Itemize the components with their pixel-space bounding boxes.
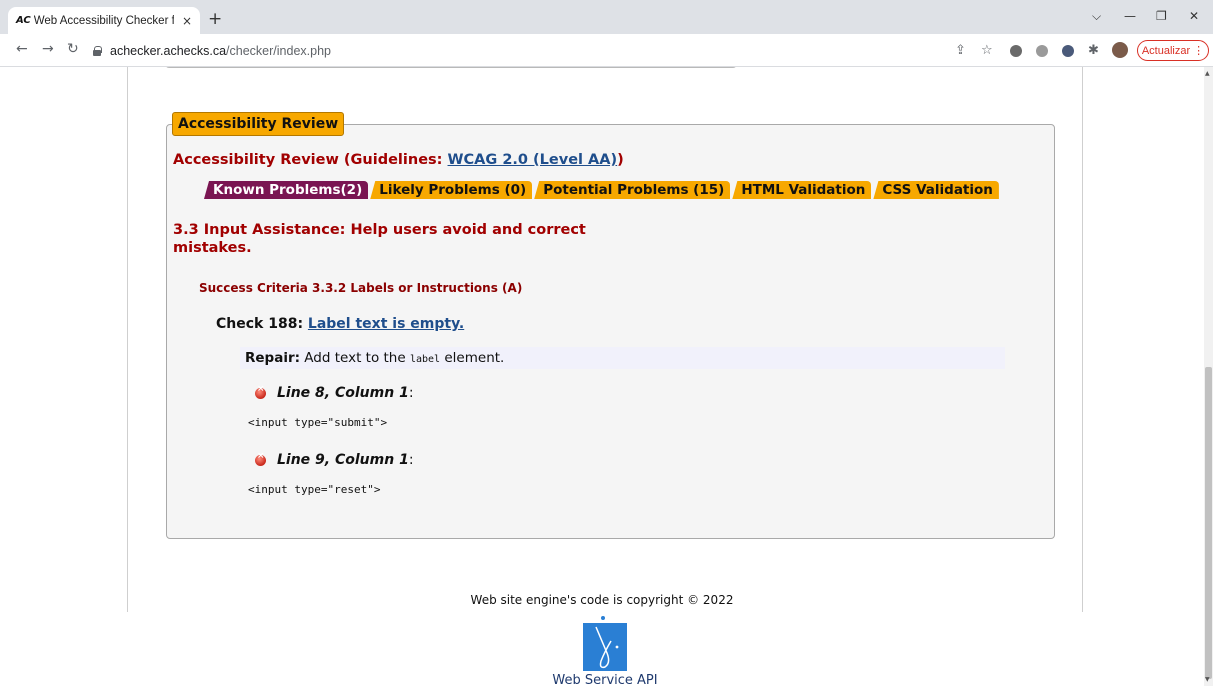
browser-tab[interactable]: AC Web Accessibility Checker for W ×: [8, 7, 200, 34]
problem-location: Line 9, Column 1:: [255, 451, 414, 468]
wcag-guideline-link[interactable]: WCAG 2.0 (Level AA): [448, 152, 618, 168]
profile-avatar-icon[interactable]: [1112, 42, 1128, 58]
scrollbar-thumb[interactable]: [1205, 367, 1212, 679]
problem-location-text: Line 8, Column 1: [277, 385, 409, 401]
achecker-favicon-icon: AC: [16, 15, 31, 26]
extension-icon[interactable]: [1036, 45, 1048, 57]
heart-extension-icon[interactable]: [1062, 45, 1074, 57]
wordpress-extension-icon[interactable]: [1010, 45, 1022, 57]
check-heading: Check 188: Label text is empty.: [216, 316, 464, 332]
reload-icon[interactable]: ↻: [67, 41, 79, 57]
tab-known-problems[interactable]: Known Problems(2): [204, 181, 369, 199]
tab-html-validation[interactable]: HTML Validation: [732, 181, 872, 199]
page-viewport: Accessibility Review Accessibility Revie…: [0, 67, 1204, 686]
check-link[interactable]: Label text is empty.: [308, 316, 464, 332]
browser-tab-strip: AC Web Accessibility Checker for W × + ⌵…: [0, 0, 1213, 34]
problem-snippet: <input type="reset">: [248, 483, 381, 496]
maximize-button[interactable]: ❐: [1156, 9, 1167, 23]
close-window-button[interactable]: ✕: [1189, 9, 1199, 23]
repair-instructions: Repair: Add text to the label element.: [240, 347, 1005, 369]
web-service-api-link[interactable]: Web Service API: [0, 673, 1204, 686]
check-number: Check 188:: [216, 316, 308, 332]
forward-icon[interactable]: →: [42, 41, 54, 57]
url-host: achecker.achecks.ca: [110, 44, 227, 58]
repair-text-before: Add text to the: [300, 350, 410, 366]
accessibility-review-legend: Accessibility Review: [172, 112, 345, 136]
tab-search-chevron-icon[interactable]: ⌵: [1092, 9, 1101, 24]
guideline-prefix: Accessibility Review (Guidelines:: [173, 152, 448, 168]
tab-title: Web Accessibility Checker for W: [33, 14, 174, 27]
web-service-api-logo-graphic: [595, 626, 619, 669]
scroll-down-icon[interactable]: ▼: [1205, 676, 1210, 683]
error-icon: [255, 451, 266, 466]
input-panel-bottom-edge: [165, 67, 737, 68]
page-scrollbar[interactable]: ▲ ▼: [1204, 67, 1213, 686]
close-tab-icon[interactable]: ×: [182, 14, 192, 28]
tab-likely-problems[interactable]: Likely Problems (0): [370, 181, 533, 199]
web-service-api-logo-icon[interactable]: [583, 616, 627, 671]
guideline-suffix: ): [617, 152, 624, 168]
address-bar[interactable]: achecker.achecks.ca/checker/index.php: [92, 39, 1002, 63]
lock-icon[interactable]: [92, 46, 102, 56]
copyright-notice: Web site engine's code is copyright © 20…: [470, 593, 734, 607]
guideline-heading: Accessibility Review (Guidelines: WCAG 2…: [173, 152, 624, 168]
repair-code: label: [409, 354, 441, 365]
success-criteria-title: Success Criteria 3.3.2 Labels or Instruc…: [199, 281, 523, 295]
menu-icon: ⋮: [1193, 45, 1205, 57]
url-path: /checker/index.php: [226, 44, 331, 58]
problem-location: Line 8, Column 1:: [255, 384, 414, 401]
minimize-button[interactable]: —: [1124, 9, 1136, 23]
update-label: Actualizar: [1141, 44, 1191, 57]
update-button[interactable]: Actualizar ⋮: [1137, 40, 1209, 61]
problem-tabs: Known Problems(2) Likely Problems (0) Po…: [204, 181, 1001, 199]
problem-snippet: <input type="submit">: [248, 416, 388, 429]
back-icon[interactable]: ←: [16, 41, 28, 57]
tab-potential-problems[interactable]: Potential Problems (15): [534, 181, 731, 199]
share-icon[interactable]: ⇪: [955, 43, 966, 58]
guideline-section-title: 3.3 Input Assistance: Help users avoid a…: [173, 222, 586, 256]
problem-location-suffix: :: [408, 385, 414, 401]
puzzle-extensions-icon[interactable]: ✱: [1088, 43, 1099, 58]
scroll-up-icon[interactable]: ▲: [1205, 70, 1210, 77]
star-icon[interactable]: ☆: [981, 43, 993, 58]
repair-label: Repair:: [245, 350, 301, 366]
repair-text-after: element.: [440, 350, 505, 366]
problem-location-suffix: :: [408, 452, 414, 468]
new-tab-button[interactable]: +: [208, 9, 222, 29]
error-icon: [255, 384, 266, 399]
problem-location-text: Line 9, Column 1: [277, 452, 409, 468]
browser-toolbar: ← → ↻ achecker.achecks.ca/checker/index.…: [0, 34, 1213, 67]
tab-css-validation[interactable]: CSS Validation: [873, 181, 999, 199]
